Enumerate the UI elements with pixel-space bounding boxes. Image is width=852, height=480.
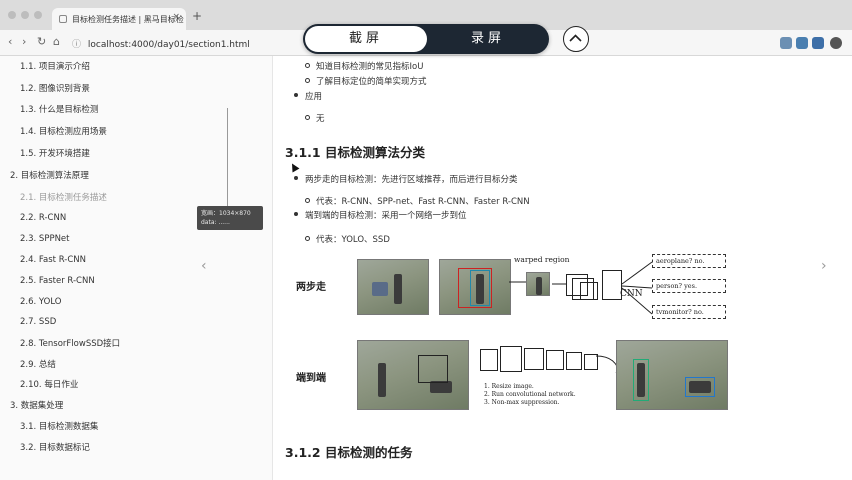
favicon-icon — [59, 15, 67, 23]
browser-tab[interactable]: 目标检测任务描述 | 黑马目标检 × — [52, 8, 186, 30]
detection-result-photo — [616, 340, 728, 410]
tooltip: 宽画：1034×870 data: ...... — [197, 206, 263, 230]
two-stage-figure-label: 两步走 — [296, 282, 326, 293]
pipeline-arrows — [509, 261, 653, 315]
back-button[interactable]: ‹ — [8, 35, 12, 48]
minimize-window-icon[interactable] — [21, 11, 29, 19]
two-stage-item: 两步走的目标检测：先进行区域推荐，而后进行目标分类 — [294, 175, 518, 185]
home-button[interactable]: ⌂ — [53, 35, 60, 48]
screen: 目标检测任务描述 | 黑马目标检 × + ‹ › ↻ ⌂ ⓘ localhost… — [0, 0, 852, 480]
cnn-layer — [500, 346, 522, 372]
sidebar-item[interactable]: 2.10. 每日作业 — [20, 378, 78, 390]
pipeline-step: 3. Non-max suppression. — [484, 399, 560, 406]
next-page-arrow[interactable]: › — [821, 258, 827, 274]
region-proposals-photo — [439, 259, 511, 315]
pipeline-step: 1. Resize image. — [484, 383, 534, 390]
cnn-layer — [480, 349, 498, 371]
input-photo — [357, 259, 429, 315]
sidebar-item[interactable]: 1.5. 开发环境搭建 — [20, 147, 90, 159]
sidebar-item[interactable]: 2.2. R-CNN — [20, 213, 66, 223]
objective-item: 了解目标定位的简单实现方式 — [305, 77, 427, 87]
two-stage-representatives: 代表：R-CNN、SPP-net、Fast R-CNN、Faster R-CNN — [305, 197, 530, 207]
objective-item: 知道目标检测的常见指标IoU — [304, 62, 424, 72]
pipeline-step: 2. Run convolutional network. — [484, 391, 576, 398]
classifier-output: aeroplane? no. — [652, 254, 726, 268]
sidebar-item[interactable]: 2.9. 总结 — [20, 358, 56, 370]
sidebar-item[interactable]: 1.4. 目标检测应用场景 — [20, 125, 107, 137]
close-window-icon[interactable] — [8, 11, 16, 19]
one-stage-item: 端到端的目标检测：采用一个网络一步到位 — [294, 211, 467, 221]
collapse-button[interactable] — [563, 26, 589, 52]
sidebar-toc: 1.1. 项目演示介绍 1.2. 图像识别背景 1.3. 什么是目标检测 1.4. 目… — [0, 56, 273, 480]
chevron-up-icon — [569, 34, 582, 42]
tooltip-line: 宽画：1034×870 — [201, 210, 251, 217]
profile-icon[interactable] — [830, 37, 842, 49]
sidebar-item[interactable]: 2.7. SSD — [20, 317, 56, 327]
previous-page-arrow[interactable]: ‹ — [201, 258, 207, 274]
forward-button[interactable]: › — [22, 35, 26, 48]
new-tab-button[interactable]: + — [192, 9, 202, 23]
sidebar-item[interactable]: 1.1. 项目演示介绍 — [20, 60, 90, 72]
next-section-heading: 3.1.2 目标检测的任务 — [285, 445, 413, 460]
extension-icon[interactable] — [796, 37, 808, 49]
sidebar-item[interactable]: 1.2. 图像识别背景 — [20, 82, 90, 94]
extension-icon[interactable] — [812, 37, 824, 49]
classifier-output: person? yes. — [652, 279, 726, 293]
maximize-window-icon[interactable] — [34, 11, 42, 19]
capture-toolbar: 截屏 录屏 — [303, 24, 549, 54]
cnn-layer — [566, 352, 582, 370]
info-icon: ⓘ — [72, 40, 82, 50]
sidebar-item[interactable]: 2.1. 目标检测任务描述 — [20, 191, 107, 203]
sidebar-item[interactable]: 2. 目标检测算法原理 — [10, 169, 89, 181]
sidebar-item[interactable]: 2.3. SPPNet — [20, 234, 70, 244]
reload-button[interactable]: ↻ — [37, 35, 46, 48]
apply-item: 无 — [305, 114, 325, 124]
input-photo — [357, 340, 469, 410]
url-text: localhost:4000/day01/section1.html — [87, 40, 250, 50]
sidebar-item[interactable]: 3.2. 目标数据标记 — [20, 441, 90, 453]
sidebar-item[interactable]: 2.6. YOLO — [20, 297, 61, 307]
screenshot-button[interactable]: 截屏 — [305, 26, 427, 52]
record-button[interactable]: 录屏 — [427, 26, 549, 52]
drag-handle[interactable] — [227, 108, 228, 206]
sidebar-item[interactable]: 2.8. TensorFlowSSD接口 — [20, 337, 120, 349]
cnn-layer — [524, 348, 544, 370]
sidebar-item[interactable]: 1.3. 什么是目标检测 — [20, 103, 98, 115]
sidebar-item[interactable]: 3.1. 目标检测数据集 — [20, 420, 98, 432]
extension-icon[interactable] — [780, 37, 792, 49]
sidebar-item[interactable]: 3. 数据集处理 — [10, 399, 63, 411]
one-stage-representatives: 代表：YOLO、SSD — [305, 235, 390, 245]
url-field[interactable]: ⓘ localhost:4000/day01/section1.html — [72, 37, 250, 50]
one-stage-figure-label: 端到端 — [296, 373, 326, 384]
tooltip-line: data: ...... — [201, 219, 230, 226]
sidebar-item[interactable]: 2.4. Fast R-CNN — [20, 255, 86, 265]
apply-heading: 应用 — [293, 92, 323, 102]
tab-title: 目标检测任务描述 | 黑马目标检 — [72, 15, 184, 24]
classifier-output: tvmonitor? no. — [652, 305, 726, 319]
tab-close-icon[interactable]: × — [172, 12, 180, 22]
cnn-layer — [546, 350, 564, 370]
section-heading: 3.1.1 目标检测算法分类 — [285, 145, 425, 160]
main-content: 知道目标检测的常见指标IoU 了解目标定位的简单实现方式 应用 无 3.1.1 … — [274, 56, 852, 480]
sidebar-item[interactable]: 2.5. Faster R-CNN — [20, 276, 95, 286]
